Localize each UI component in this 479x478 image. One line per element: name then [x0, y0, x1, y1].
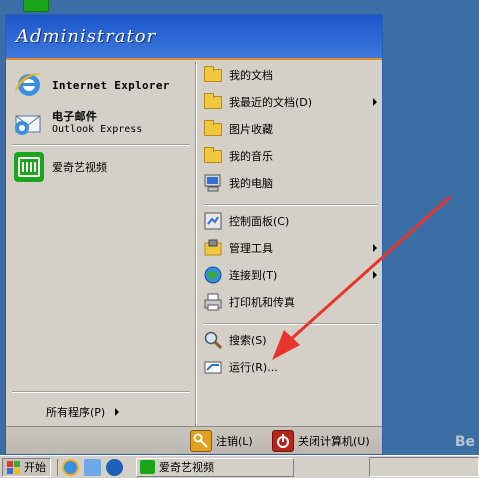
quick-launch-desktop-icon[interactable] [84, 458, 101, 476]
user-name: Administrator [16, 26, 157, 47]
start-menu: Administrator Internet Explorer 电子邮件 Out… [5, 14, 383, 455]
start-label: 开始 [24, 461, 46, 474]
logoff-label: 注销(L) [216, 435, 253, 448]
right-item-my-documents[interactable]: 我的文档 [203, 62, 373, 88]
right-item-label: 搜索(S) [229, 334, 267, 347]
right-item-my-music[interactable]: 我的音乐 [203, 143, 373, 169]
submenu-arrow-icon [373, 244, 377, 252]
quick-launch-media-icon[interactable] [106, 458, 123, 476]
right-item-printers[interactable]: 打印机和传真 [203, 289, 373, 315]
right-item-connect-to[interactable]: 连接到(T) [203, 262, 377, 288]
key-icon [190, 430, 212, 452]
connect-to-icon [203, 265, 223, 285]
shutdown-button[interactable]: 关闭计算机(U) [272, 430, 370, 452]
my-music-icon [203, 146, 223, 166]
my-computer-icon [203, 173, 223, 193]
desktop-iqiyi-icon[interactable] [23, 0, 49, 12]
right-separator-2 [203, 323, 378, 325]
all-programs-separator [12, 391, 190, 393]
quick-launch [57, 458, 128, 476]
pinned-item-subtitle: Outlook Express [52, 124, 143, 135]
submenu-arrow-icon [373, 98, 377, 106]
right-item-label: 控制面板(C) [229, 215, 290, 228]
outlook-express-icon [12, 106, 46, 140]
right-item-label: 我最近的文档(D) [229, 96, 313, 109]
my-pictures-icon [203, 119, 223, 139]
control-panel-icon [203, 211, 223, 231]
power-icon [272, 430, 294, 452]
iqiyi-icon [12, 150, 46, 184]
taskbar: 开始 爱奇艺视频 [0, 455, 479, 478]
quick-launch-ie-icon[interactable] [62, 458, 79, 476]
right-item-label: 连接到(T) [229, 269, 278, 282]
right-item-run[interactable]: 运行(R)... [203, 354, 373, 380]
start-menu-header: Administrator [6, 15, 382, 60]
right-item-label: 我的文档 [229, 69, 273, 82]
right-item-label: 图片收藏 [229, 123, 273, 136]
search-icon [203, 330, 223, 350]
start-menu-footer: 注销(L) 关闭计算机(U) [6, 426, 382, 454]
logoff-button[interactable]: 注销(L) [190, 430, 253, 452]
task-label: 爱奇艺视频 [159, 461, 214, 474]
admin-tools-icon [203, 238, 223, 258]
right-item-label: 管理工具 [229, 242, 273, 255]
system-tray [369, 457, 479, 477]
windows-flag-icon [7, 460, 21, 474]
my-documents-icon [203, 65, 223, 85]
all-programs-button[interactable]: 所有程序(P) [46, 404, 120, 420]
right-separator-1 [203, 204, 378, 206]
all-programs-label: 所有程序(P) [46, 406, 106, 419]
pinned-item-internet-explorer[interactable]: Internet Explorer [12, 68, 190, 102]
right-item-label: 我的音乐 [229, 150, 273, 163]
recent-documents-icon [203, 92, 223, 112]
recent-item-iqiyi[interactable]: 爱奇艺视频 [12, 150, 190, 184]
pinned-item-email[interactable]: 电子邮件 Outlook Express [12, 106, 190, 140]
shutdown-label: 关闭计算机(U) [298, 435, 370, 448]
iqiyi-task-icon [140, 460, 155, 474]
all-programs-arrow-icon [115, 408, 120, 416]
submenu-arrow-icon [373, 271, 377, 279]
start-menu-left-column: Internet Explorer 电子邮件 Outlook Express 爱… [6, 62, 196, 428]
printers-icon [203, 292, 223, 312]
right-item-control-panel[interactable]: 控制面板(C) [203, 208, 373, 234]
right-item-my-pictures[interactable]: 图片收藏 [203, 116, 373, 142]
pinned-item-title: Internet Explorer [52, 78, 170, 92]
start-menu-right-column: 我的文档 我最近的文档(D) 图片收藏 我的音乐 我的电脑 控制面板(C) 管理… [196, 62, 382, 428]
right-item-admin-tools[interactable]: 管理工具 [203, 235, 377, 261]
internet-explorer-icon [12, 68, 46, 102]
right-item-my-computer[interactable]: 我的电脑 [203, 170, 373, 196]
run-icon [203, 357, 223, 377]
start-button[interactable]: 开始 [2, 457, 51, 477]
right-item-recent-documents[interactable]: 我最近的文档(D) [203, 89, 377, 115]
right-item-search[interactable]: 搜索(S) [203, 327, 373, 353]
taskbar-button-iqiyi[interactable]: 爱奇艺视频 [136, 457, 294, 477]
right-item-label: 打印机和传真 [229, 296, 295, 309]
right-item-label: 我的电脑 [229, 177, 273, 190]
pinned-item-title: 电子邮件 [52, 110, 98, 123]
watermark: Be [454, 434, 475, 450]
right-item-label: 运行(R)... [229, 361, 278, 374]
recent-item-title: 爱奇艺视频 [52, 160, 107, 174]
left-separator [12, 144, 190, 146]
